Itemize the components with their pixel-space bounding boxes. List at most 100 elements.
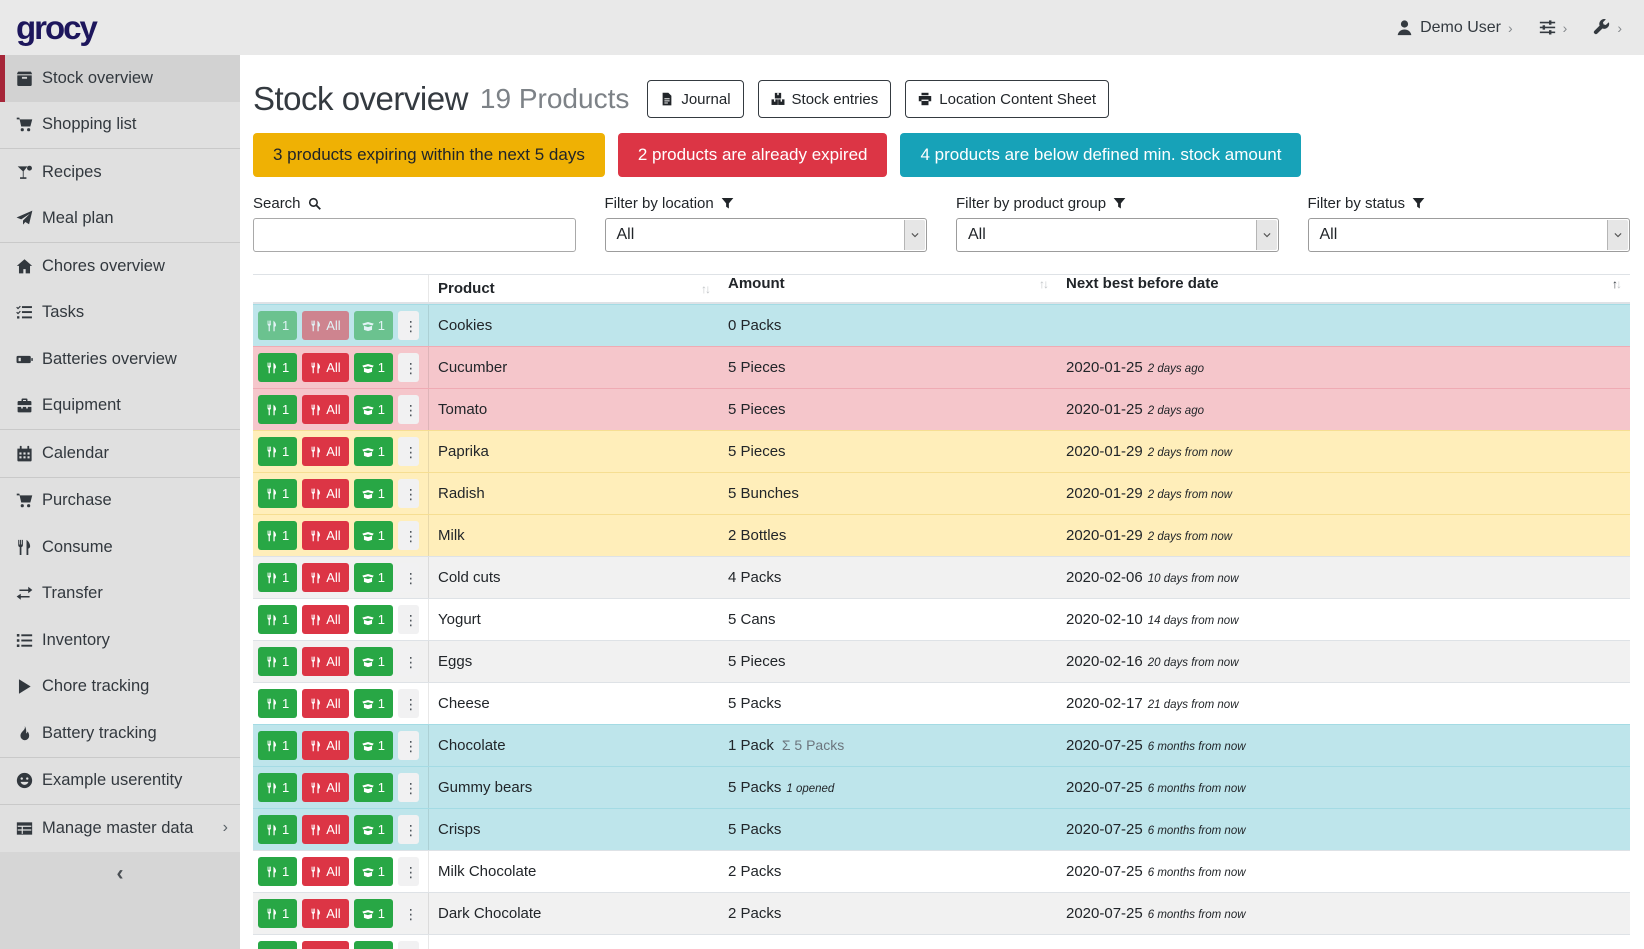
row-menu-button[interactable]: ⋮: [398, 437, 419, 466]
consume-one-button[interactable]: 1: [258, 689, 297, 718]
consume-all-button[interactable]: All: [302, 731, 348, 760]
sidebar-item-chore-tracking[interactable]: Chore tracking: [0, 664, 240, 711]
open-one-button[interactable]: 1: [354, 395, 393, 424]
consume-one-button[interactable]: 1: [258, 605, 297, 634]
filter-by-location-select[interactable]: All: [605, 218, 928, 252]
sidebar-item-meal-plan[interactable]: Meal plan: [0, 196, 240, 243]
consume-one-button[interactable]: 1: [258, 773, 297, 802]
sidebar-item-recipes[interactable]: Recipes: [0, 149, 240, 196]
location-content-sheet-button[interactable]: Location Content Sheet: [905, 80, 1109, 118]
consume-all-button[interactable]: All: [302, 437, 348, 466]
open-one-button[interactable]: 1: [354, 647, 393, 676]
consume-all-button[interactable]: All: [302, 563, 348, 592]
column-header-next-best-before-date[interactable]: Next best before date↑↓: [1057, 275, 1630, 302]
search-input[interactable]: [253, 218, 576, 252]
open-one-button[interactable]: 1: [354, 899, 393, 928]
consume-all-button[interactable]: All: [302, 941, 348, 949]
consume-one-button[interactable]: 1: [258, 899, 297, 928]
consume-all-button[interactable]: All: [302, 605, 348, 634]
sidebar-item-battery-tracking[interactable]: Battery tracking: [0, 710, 240, 757]
open-one-button[interactable]: 1: [354, 941, 393, 949]
sidebar-item-consume[interactable]: Consume: [0, 524, 240, 571]
sidebar-item-tasks[interactable]: Tasks: [0, 290, 240, 337]
filter-by-status-select[interactable]: All: [1308, 218, 1631, 252]
open-one-button[interactable]: 1: [354, 857, 393, 886]
sidebar-item-manage-master-data[interactable]: Manage master data›: [0, 805, 240, 852]
open-one-button[interactable]: 1: [354, 479, 393, 508]
row-menu-button[interactable]: ⋮: [398, 857, 419, 886]
open-one-button[interactable]: 1: [354, 689, 393, 718]
open-one-button[interactable]: 1: [354, 773, 393, 802]
open-one-button[interactable]: 1: [354, 311, 393, 340]
sidebar-item-label: Stock overview: [42, 69, 153, 88]
sidebar-item-shopping-list[interactable]: Shopping list: [0, 102, 240, 149]
below-min-stock-banner[interactable]: 4 products are below defined min. stock …: [900, 133, 1301, 177]
column-header-amount[interactable]: Amount↑↓: [719, 275, 1057, 302]
consume-one-button[interactable]: 1: [258, 857, 297, 886]
consume-all-button[interactable]: All: [302, 857, 348, 886]
consume-one-button[interactable]: 1: [258, 521, 297, 550]
row-menu-button[interactable]: ⋮: [398, 941, 419, 949]
row-menu-button[interactable]: ⋮: [398, 311, 419, 340]
sidebar-item-stock-overview[interactable]: Stock overview: [0, 55, 240, 102]
sidebar-item-transfer[interactable]: Transfer: [0, 571, 240, 618]
row-menu-button[interactable]: ⋮: [398, 479, 419, 508]
user-menu[interactable]: Demo User ›: [1396, 19, 1513, 37]
open-one-button[interactable]: 1: [354, 731, 393, 760]
consume-all-button[interactable]: All: [302, 353, 348, 382]
consume-one-button[interactable]: 1: [258, 563, 297, 592]
consume-one-button[interactable]: 1: [258, 941, 297, 949]
journal-button[interactable]: Journal: [647, 80, 743, 118]
stock-entries-button[interactable]: Stock entries: [758, 80, 892, 118]
admin-menu[interactable]: ›: [1593, 19, 1622, 36]
consume-one-button[interactable]: 1: [258, 437, 297, 466]
sidebar-item-example-userentity[interactable]: Example userentity: [0, 758, 240, 805]
consume-all-button[interactable]: All: [302, 521, 348, 550]
consume-all-button[interactable]: All: [302, 899, 348, 928]
open-one-button[interactable]: 1: [354, 353, 393, 382]
consume-one-button[interactable]: 1: [258, 731, 297, 760]
consume-all-button[interactable]: All: [302, 311, 348, 340]
sidebar-item-purchase[interactable]: Purchase: [0, 478, 240, 525]
row-menu-button[interactable]: ⋮: [398, 353, 419, 382]
expiring-soon-banner[interactable]: 3 products expiring within the next 5 da…: [253, 133, 605, 177]
consume-one-button[interactable]: 1: [258, 647, 297, 676]
row-menu-button[interactable]: ⋮: [398, 647, 419, 676]
open-one-button[interactable]: 1: [354, 521, 393, 550]
row-menu-button[interactable]: ⋮: [398, 899, 419, 928]
grocy-logo[interactable]: grocy: [16, 9, 96, 47]
sidebar-item-chores-overview[interactable]: Chores overview: [0, 243, 240, 290]
consume-all-button[interactable]: All: [302, 815, 348, 844]
row-menu-button[interactable]: ⋮: [398, 773, 419, 802]
consume-one-button[interactable]: 1: [258, 479, 297, 508]
expired-banner[interactable]: 2 products are already expired: [618, 133, 888, 177]
row-menu-button[interactable]: ⋮: [398, 815, 419, 844]
sidebar-collapse-button[interactable]: ‹: [0, 852, 240, 949]
consume-one-button[interactable]: 1: [258, 815, 297, 844]
row-menu-button[interactable]: ⋮: [398, 689, 419, 718]
consume-one-button[interactable]: 1: [258, 353, 297, 382]
sidebar-item-inventory[interactable]: Inventory: [0, 617, 240, 664]
sidebar-item-calendar[interactable]: Calendar: [0, 430, 240, 477]
consume-all-button[interactable]: All: [302, 647, 348, 676]
filter-by-product-group-select[interactable]: All: [956, 218, 1279, 252]
row-menu-button[interactable]: ⋮: [398, 395, 419, 424]
consume-one-button[interactable]: 1: [258, 311, 297, 340]
consume-all-button[interactable]: All: [302, 689, 348, 718]
sidebar-item-batteries-overview[interactable]: Batteries overview: [0, 336, 240, 383]
consume-all-button[interactable]: All: [302, 479, 348, 508]
open-one-button[interactable]: 1: [354, 605, 393, 634]
open-one-button[interactable]: 1: [354, 815, 393, 844]
open-one-button[interactable]: 1: [354, 437, 393, 466]
column-header-product[interactable]: Product↑↓: [429, 275, 719, 302]
row-menu-button[interactable]: ⋮: [398, 563, 419, 592]
consume-all-button[interactable]: All: [302, 773, 348, 802]
consume-all-button[interactable]: All: [302, 395, 348, 424]
row-menu-button[interactable]: ⋮: [398, 521, 419, 550]
open-one-button[interactable]: 1: [354, 563, 393, 592]
row-menu-button[interactable]: ⋮: [398, 605, 419, 634]
consume-one-button[interactable]: 1: [258, 395, 297, 424]
row-menu-button[interactable]: ⋮: [398, 731, 419, 760]
settings-menu[interactable]: ›: [1539, 19, 1568, 36]
sidebar-item-equipment[interactable]: Equipment: [0, 383, 240, 430]
